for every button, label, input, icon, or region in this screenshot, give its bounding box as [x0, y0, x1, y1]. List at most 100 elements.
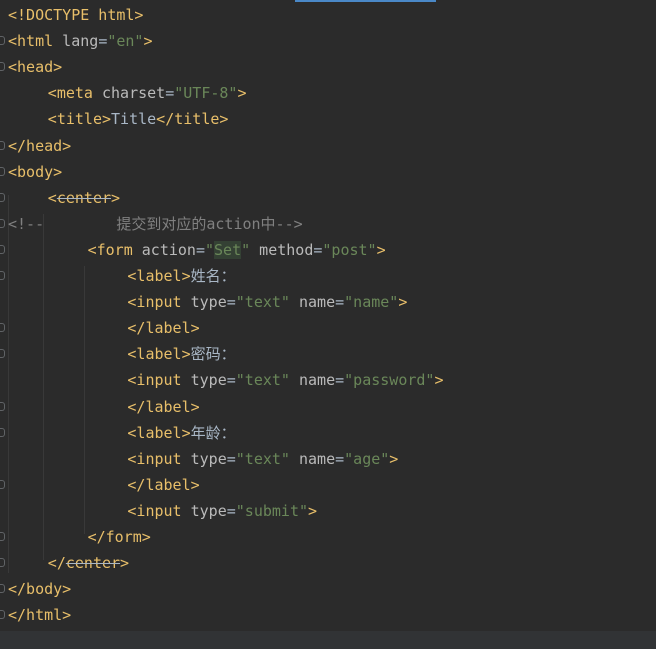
code-line[interactable]: </center> [0, 550, 656, 576]
code-text: </body> [8, 576, 71, 602]
code-token: <input [127, 293, 182, 312]
code-token: <body> [8, 162, 63, 181]
code-token: <meta [47, 84, 93, 103]
code-token: name [289, 449, 336, 468]
code-token: > [237, 84, 247, 103]
code-line[interactable]: <head> [0, 54, 656, 80]
code-line[interactable]: </html> [0, 602, 656, 628]
code-token: "post" [322, 240, 377, 259]
fold-marker-icon[interactable] [0, 610, 5, 620]
code-token: " [205, 240, 215, 259]
code-line[interactable]: <meta charset="UTF-8"> [0, 80, 656, 106]
code-line[interactable]: </body> [0, 576, 656, 602]
code-token: = [335, 293, 345, 312]
code-line[interactable]: </head> [0, 133, 656, 159]
code-text: <title>Title</title> [48, 106, 229, 132]
code-text: <html lang="en"> [8, 28, 153, 54]
code-text: <form action="Set" method="post"> [88, 237, 386, 263]
code-text: <input type="text" name="age"> [127, 446, 398, 472]
code-line[interactable]: </label> [0, 315, 656, 341]
code-line[interactable]: <input type="submit"> [0, 498, 656, 524]
code-token: </label> [127, 319, 200, 338]
code-token: > [376, 240, 386, 259]
code-token: 姓名： [190, 267, 236, 285]
code-token: type [181, 501, 227, 520]
code-token: = [335, 449, 345, 468]
code-token: center [65, 554, 121, 573]
code-token: method [250, 240, 314, 259]
fold-marker-icon[interactable] [0, 140, 5, 150]
code-token: "text" [235, 293, 290, 312]
code-token: "UTF-8" [174, 84, 238, 103]
code-text: </form> [88, 524, 151, 550]
horizontal-scroll-area[interactable] [0, 631, 656, 649]
code-token: "age" [344, 449, 390, 468]
code-line[interactable]: </form> [0, 524, 656, 550]
code-line[interactable]: <label>密码： [0, 341, 656, 367]
code-line[interactable]: <title>Title</title> [0, 106, 656, 132]
code-text: <label>年龄： [127, 420, 235, 446]
code-token: > [389, 449, 399, 468]
fold-marker-icon[interactable] [0, 218, 5, 228]
code-line[interactable]: <!DOCTYPE html> [0, 2, 656, 28]
code-token: = [195, 240, 205, 259]
code-token: Set [214, 240, 242, 259]
code-token: > [434, 371, 444, 390]
code-token: "text" [235, 371, 290, 390]
code-token: <form [87, 240, 133, 259]
fold-marker-icon[interactable] [0, 479, 5, 489]
fold-marker-icon[interactable] [0, 558, 5, 568]
fold-marker-icon[interactable] [0, 62, 5, 72]
fold-marker-icon[interactable] [0, 532, 5, 541]
code-text: <head> [8, 54, 62, 80]
code-token: "name" [344, 293, 399, 312]
fold-marker-icon[interactable] [0, 36, 5, 46]
code-token: type [181, 371, 227, 390]
code-token: charset [92, 84, 166, 103]
code-token: = [226, 371, 236, 390]
code-token: > [143, 32, 153, 51]
code-line[interactable]: </label> [0, 394, 656, 420]
code-token: </ [47, 554, 66, 573]
code-token: </label> [127, 475, 200, 494]
code-text: </label> [127, 394, 199, 420]
code-token: "submit" [235, 501, 309, 520]
code-token: </label> [127, 397, 200, 416]
code-token: action [132, 240, 196, 259]
code-editor[interactable]: <!DOCTYPE html> <html lang="en"> <head> <me… [0, 2, 656, 631]
code-token: <input [127, 371, 182, 390]
code-token: </head> [8, 136, 72, 155]
code-token: <input [127, 501, 182, 520]
code-line[interactable]: <center> [0, 185, 656, 211]
code-token: center [56, 188, 112, 207]
code-line[interactable]: <form action="Set" method="post"> [0, 237, 656, 263]
fold-marker-icon[interactable] [0, 166, 5, 176]
fold-marker-icon[interactable] [0, 401, 5, 411]
fold-marker-icon[interactable] [0, 427, 5, 437]
code-token: " [241, 240, 251, 259]
code-line[interactable]: <label>年龄： [0, 420, 656, 446]
fold-marker-icon[interactable] [0, 584, 5, 594]
code-line[interactable]: <label>姓名： [0, 263, 656, 289]
code-text: </head> [8, 133, 71, 159]
code-token: = [226, 501, 236, 520]
code-text: <meta charset="UTF-8"> [48, 80, 247, 106]
code-line[interactable]: <body> [0, 159, 656, 185]
fold-marker-icon[interactable] [0, 271, 5, 280]
code-token: > [308, 501, 318, 520]
code-line[interactable]: <!-- 提交到对应的action中--> [0, 211, 656, 237]
code-token: < [47, 188, 57, 207]
fold-marker-icon[interactable] [0, 323, 5, 333]
code-text: <input type="text" name="password"> [127, 367, 443, 393]
code-line[interactable]: <input type="text" name="name"> [0, 289, 656, 315]
code-line[interactable]: </label> [0, 472, 656, 498]
code-line[interactable]: <html lang="en"> [0, 28, 656, 54]
code-line[interactable]: <input type="text" name="password"> [0, 367, 656, 393]
fold-marker-icon[interactable] [0, 192, 5, 202]
fold-marker-icon[interactable] [0, 349, 5, 359]
code-line[interactable]: <input type="text" name="age"> [0, 446, 656, 472]
code-token: = [226, 293, 236, 312]
code-text: <input type="text" name="name"> [127, 289, 407, 315]
code-text: <body> [8, 159, 62, 185]
fold-marker-icon[interactable] [0, 244, 5, 254]
